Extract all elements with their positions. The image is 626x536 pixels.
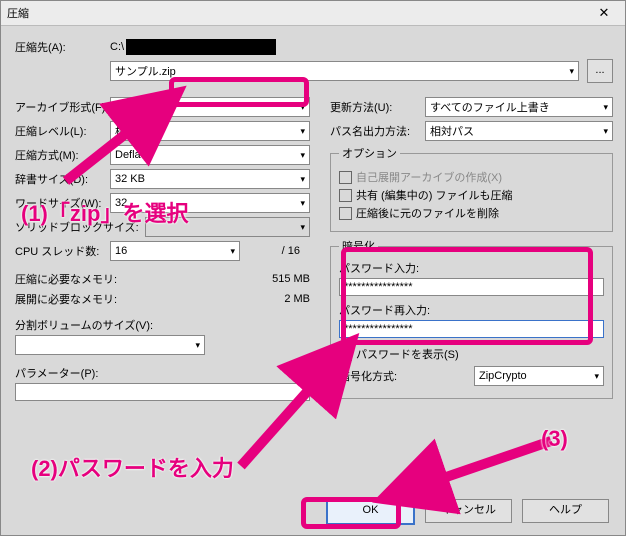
chevron-down-icon: ▾ bbox=[594, 371, 599, 382]
pwd-input[interactable] bbox=[339, 278, 604, 296]
update-label: 更新方法(U): bbox=[330, 99, 425, 115]
button-row: OK キャンセル ヘルプ bbox=[326, 499, 609, 525]
params-input[interactable] bbox=[15, 383, 310, 401]
enc-method-value: ZipCrypto bbox=[479, 370, 527, 382]
dict-value: 32 KB bbox=[115, 173, 145, 185]
pwd2-input[interactable] bbox=[339, 320, 604, 338]
content: 圧縮先(A): C:\ サンプル.zip ▾ ... アーカイブ形式(F): z… bbox=[1, 25, 625, 535]
encryption-fieldset: 暗号化 パスワード入力: パスワード再入力: パスワードを表示(S) 暗号化方式… bbox=[330, 238, 613, 399]
checkbox-icon bbox=[339, 207, 352, 220]
format-label: アーカイブ形式(F): bbox=[15, 99, 110, 115]
method-label: 圧縮方式(M): bbox=[15, 147, 110, 163]
pwd2-label: パスワード再入力: bbox=[339, 302, 604, 318]
redacted-path bbox=[126, 39, 276, 55]
level-value: 標準 bbox=[115, 123, 137, 139]
checkbox-icon bbox=[339, 189, 352, 202]
method-select[interactable]: Deflate ▾ bbox=[110, 145, 310, 165]
window-title: 圧縮 bbox=[7, 5, 589, 21]
dest-prefix: C:\ bbox=[110, 41, 124, 53]
split-select[interactable]: ▾ bbox=[15, 335, 205, 355]
mem-decompress-label: 展開に必要なメモリ: bbox=[15, 291, 284, 307]
params-label: パラメーター(P): bbox=[15, 365, 310, 381]
chevron-down-icon: ▾ bbox=[230, 246, 235, 257]
level-label: 圧縮レベル(L): bbox=[15, 123, 110, 139]
path-select[interactable]: 相対パス ▾ bbox=[425, 121, 613, 141]
block-select[interactable]: ▾ bbox=[145, 217, 310, 237]
dest-row: 圧縮先(A): C:\ bbox=[15, 39, 613, 55]
archive-name-select[interactable]: サンプル.zip ▾ bbox=[110, 61, 579, 81]
chevron-down-icon: ▾ bbox=[300, 126, 305, 137]
block-label: ソリッドブロックサイズ: bbox=[15, 219, 145, 235]
method-value: Deflate bbox=[115, 149, 150, 161]
chevron-down-icon: ▾ bbox=[569, 66, 574, 77]
chevron-down-icon: ▾ bbox=[300, 102, 305, 113]
showpwd[interactable]: パスワードを表示(S) bbox=[339, 346, 604, 362]
close-icon[interactable]: ✕ bbox=[589, 5, 619, 21]
dest-label: 圧縮先(A): bbox=[15, 39, 110, 55]
chevron-down-icon: ▾ bbox=[195, 340, 200, 351]
opt-shared[interactable]: 共有 (編集中の) ファイルも圧縮 bbox=[339, 187, 604, 203]
dict-label: 辞書サイズ(D): bbox=[15, 171, 110, 187]
titlebar: 圧縮 ✕ bbox=[1, 1, 625, 26]
checkbox-icon bbox=[339, 171, 352, 184]
enc-method-select[interactable]: ZipCrypto ▾ bbox=[474, 366, 604, 386]
cancel-button[interactable]: キャンセル bbox=[425, 499, 512, 523]
word-label: ワードサイズ(W): bbox=[15, 195, 110, 211]
mem-compress-label: 圧縮に必要なメモリ: bbox=[15, 271, 272, 287]
checkbox-icon bbox=[339, 348, 352, 361]
chevron-down-icon: ▾ bbox=[300, 222, 305, 233]
mem-decompress-value: 2 MB bbox=[284, 293, 310, 305]
level-select[interactable]: 標準 ▾ bbox=[110, 121, 310, 141]
update-select[interactable]: すべてのファイル上書き ▾ bbox=[425, 97, 613, 117]
opt-delete[interactable]: 圧縮後に元のファイルを削除 bbox=[339, 205, 604, 221]
update-value: すべてのファイル上書き bbox=[430, 99, 550, 115]
browse-button[interactable]: ... bbox=[587, 59, 613, 83]
word-value: 32 bbox=[115, 197, 127, 209]
split-label: 分割ボリュームのサイズ(V): bbox=[15, 317, 310, 333]
path-label: パス名出力方法: bbox=[330, 123, 425, 139]
cpu-value: 16 bbox=[115, 245, 127, 257]
chevron-down-icon: ▾ bbox=[300, 150, 305, 161]
archive-name-value: サンプル.zip bbox=[115, 63, 176, 79]
options-legend: オプション bbox=[339, 145, 400, 161]
path-value: 相対パス bbox=[430, 123, 474, 139]
right-column: 更新方法(U): すべてのファイル上書き ▾ パス名出力方法: 相対パス ▾ オプシ… bbox=[330, 93, 613, 403]
cpu-total: / 16 bbox=[240, 245, 310, 257]
chevron-down-icon: ▾ bbox=[603, 126, 608, 137]
help-button[interactable]: ヘルプ bbox=[522, 499, 609, 523]
format-value: zip bbox=[115, 101, 129, 113]
opt-sfx[interactable]: 自己展開アーカイブの作成(X) bbox=[339, 169, 604, 185]
format-select[interactable]: zip ▾ bbox=[110, 97, 310, 117]
chevron-down-icon: ▾ bbox=[603, 102, 608, 113]
ok-button[interactable]: OK bbox=[326, 499, 415, 525]
word-select[interactable]: 32 ▾ bbox=[110, 193, 310, 213]
cpu-select[interactable]: 16 ▾ bbox=[110, 241, 240, 261]
pwd-label: パスワード入力: bbox=[339, 260, 604, 276]
cpu-label: CPU スレッド数: bbox=[15, 243, 110, 259]
dict-select[interactable]: 32 KB ▾ bbox=[110, 169, 310, 189]
enc-method-label: 暗号化方式: bbox=[339, 368, 474, 384]
chevron-down-icon: ▾ bbox=[300, 198, 305, 209]
mem-compress-value: 515 MB bbox=[272, 273, 310, 285]
chevron-down-icon: ▾ bbox=[300, 174, 305, 185]
archive-name-row: サンプル.zip ▾ ... bbox=[15, 59, 613, 83]
dialog-window: 圧縮 ✕ 圧縮先(A): C:\ サンプル.zip ▾ ... アーカイブ形式(… bbox=[0, 0, 626, 536]
encryption-legend: 暗号化 bbox=[339, 238, 378, 254]
left-column: アーカイブ形式(F): zip▾ 圧縮レベル(L): 標準▾ 圧縮方式(M): … bbox=[15, 93, 310, 403]
options-fieldset: オプション 自己展開アーカイブの作成(X) 共有 (編集中の) ファイルも圧縮 … bbox=[330, 145, 613, 232]
